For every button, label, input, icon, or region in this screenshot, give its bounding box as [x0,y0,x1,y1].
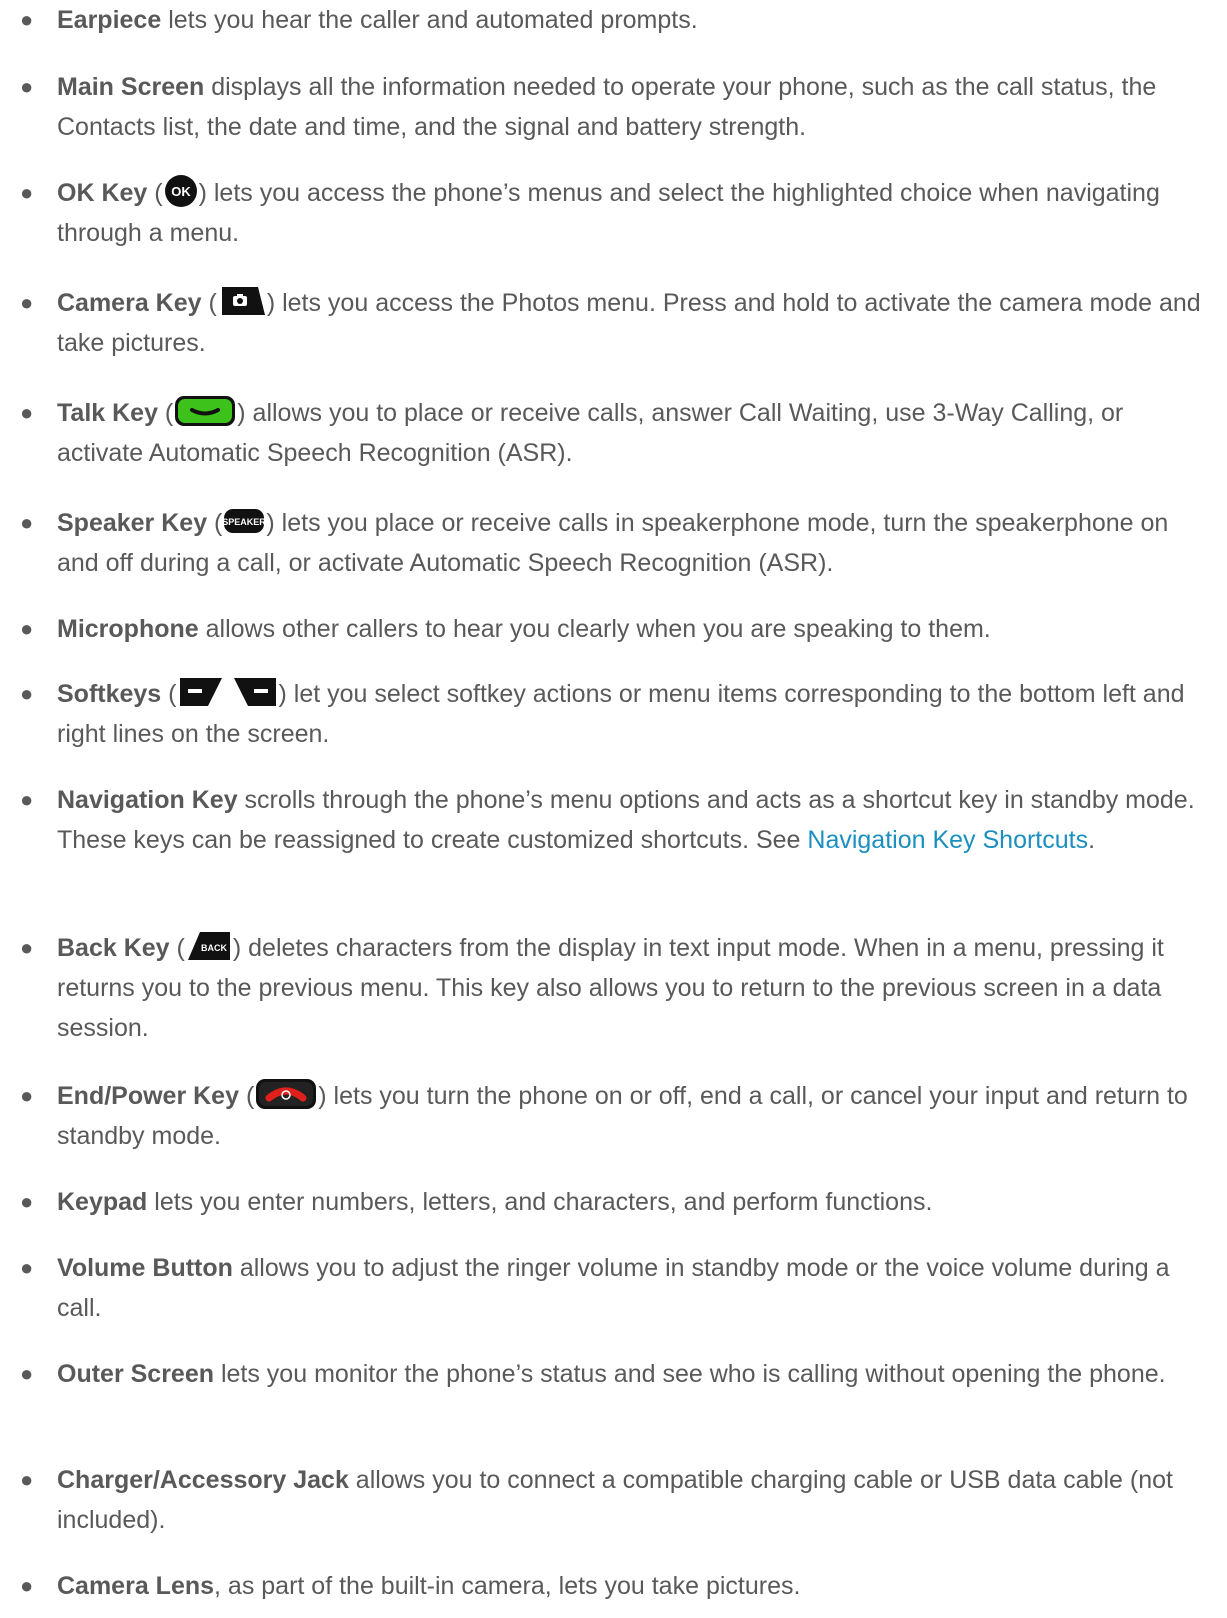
bullet: ● [20,1189,34,1214]
item-description: lets you hear the caller and automated p… [161,6,698,34]
item-term: Keypad [57,1188,148,1216]
bullet: ● [20,1467,34,1492]
item-term: Main Screen [57,73,205,101]
item-term: Earpiece [57,6,162,34]
item-term: Speaker Key [57,509,208,537]
list-item-text: Back Key (BACK) deletes characters from … [57,928,1207,1048]
back-key-label: BACK [201,943,227,953]
list-item-text: Talk Key () allows you to place or recei… [57,393,1207,473]
item-term: Back Key [57,934,170,962]
item-term: Charger/Accessory Jack [57,1466,349,1494]
list-item-text: Charger/Accessory Jack allows you to con… [57,1460,1207,1540]
item-description: lets you monitor the phone’s status and … [214,1360,1166,1388]
bullet: ● [20,1083,34,1108]
ok-key-label: OK [171,184,191,199]
item-description: lets you enter numbers, letters, and cha… [147,1188,933,1216]
item-term: Outer Screen [57,1360,215,1388]
camera-key-icon [218,285,266,317]
list-item-text: Outer Screen lets you monitor the phone’… [57,1354,1207,1394]
item-term: Microphone [57,615,199,643]
list-item-text: Main Screen displays all the information… [57,67,1207,147]
item-term: Navigation Key [57,786,238,814]
speaker-key-label: SPEAKER [223,517,265,527]
bullet: ● [20,935,34,960]
bullet: ● [20,1361,34,1386]
item-term: Softkeys [57,680,162,708]
item-term: Talk Key [57,399,158,427]
bullet: ● [20,290,34,315]
bullet: ● [20,74,34,99]
list-item-text: Softkeys () let you select softkey actio… [57,674,1207,754]
bullet: ● [20,681,34,706]
item-term: End/Power Key [57,1082,239,1110]
bullet: ● [20,510,34,535]
list-item-text: Keypad lets you enter numbers, letters, … [57,1182,1207,1222]
bullet: ● [20,7,34,32]
end-power-key-icon [255,1078,317,1110]
list-item-text: Camera Lens, as part of the built-in cam… [57,1566,1207,1606]
item-description-end: . [1088,826,1096,854]
bullet: ● [20,787,34,812]
talk-key-icon [174,395,236,427]
back-key-icon: BACK [186,930,232,962]
item-term: Volume Button [57,1254,233,1282]
list-item-text: Volume Button allows you to adjust the r… [57,1248,1207,1328]
list-item-text: Camera Key () lets you access the Photos… [57,283,1207,363]
bullet: ● [20,180,34,205]
item-term: Camera Lens [57,1572,215,1600]
item-description: lets you access the phone’s menus and se… [57,179,1160,247]
ok-key-icon: OK [164,174,198,208]
list-item-text: End/Power Key () lets you turn the phone… [57,1076,1207,1156]
bullet: ● [20,1573,34,1598]
list-item-text: Microphone allows other callers to hear … [57,609,1207,649]
bullet: ● [20,400,34,425]
list-item-text: OK Key (OK) lets you access the phone’s … [57,173,1207,253]
list-item-text: Earpiece lets you hear the caller and au… [57,0,1207,40]
list-item-text: Navigation Key scrolls through the phone… [57,780,1207,860]
list-item-text: Speaker Key (SPEAKER) lets you place or … [57,508,1169,577]
bullet: ● [20,616,34,641]
item-term: OK Key [57,179,148,207]
bullet: ● [20,1255,34,1280]
speaker-key-icon: SPEAKER [223,508,265,534]
item-description: , as part of the built-in camera, lets y… [214,1572,801,1600]
softkeys-icon [178,676,278,708]
item-term: Camera Key [57,289,202,317]
navigation-key-shortcuts-link[interactable]: Navigation Key Shortcuts [807,826,1088,854]
item-description: displays all the information needed to o… [57,73,1157,141]
item-description: allows other callers to hear you clearly… [198,615,991,643]
